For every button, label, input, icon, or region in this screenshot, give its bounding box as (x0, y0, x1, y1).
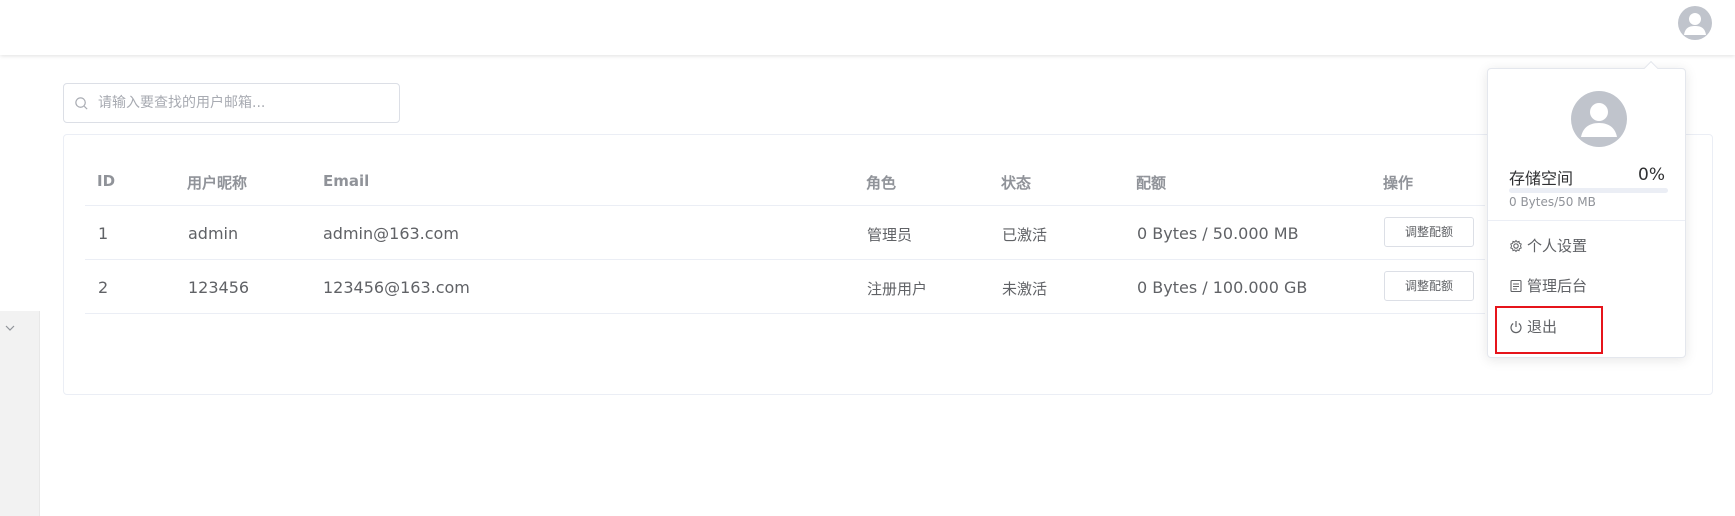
user-dropdown-menu: 存储空间 0% 0 Bytes/50 MB 个人设置 管理后台 退出 (1487, 60, 1686, 358)
admin-panel-icon (1510, 279, 1522, 293)
column-header-quota: 配额 (1136, 174, 1167, 192)
cell-role: 管理员 (867, 226, 913, 244)
cell-status: 未激活 (1002, 280, 1048, 298)
cell-quota: 0 Bytes / 100.000 GB (1137, 278, 1308, 297)
cell-id: 1 (98, 224, 109, 243)
cell-status: 已激活 (1002, 226, 1048, 244)
menu-item-admin-panel[interactable]: 管理后台 (1509, 274, 1587, 298)
row-divider (85, 259, 1485, 260)
storage-percent: 0% (1638, 165, 1665, 185)
search-icon (75, 97, 88, 110)
logout-highlight-box (1495, 306, 1603, 354)
column-header-status: 状态 (1001, 174, 1032, 192)
storage-detail: 0 Bytes/50 MB (1509, 195, 1596, 209)
search-field[interactable] (63, 83, 400, 123)
menu-item-label: 管理后台 (1527, 277, 1588, 295)
gear-icon (1510, 239, 1522, 253)
column-header-action: 操作 (1383, 174, 1414, 192)
cell-role: 注册用户 (867, 280, 928, 298)
avatar (1571, 91, 1627, 147)
cell-id: 2 (98, 278, 109, 297)
cell-email: admin@163.com (323, 224, 459, 243)
user-silhouette-icon (1581, 103, 1617, 137)
search-input[interactable] (98, 92, 388, 114)
column-header-id: ID (97, 172, 116, 190)
header-divider (85, 205, 1485, 206)
chevron-down-icon[interactable] (3, 321, 17, 335)
cell-quota: 0 Bytes / 50.000 MB (1137, 224, 1299, 243)
column-header-nickname: 用户昵称 (187, 174, 248, 192)
dropdown-divider (1488, 220, 1685, 221)
cell-email: 123456@163.com (323, 278, 470, 297)
adjust-quota-button[interactable]: 调整配额 (1384, 217, 1474, 247)
column-header-role: 角色 (866, 174, 897, 192)
menu-item-personal-settings[interactable]: 个人设置 (1509, 234, 1587, 258)
adjust-quota-button[interactable]: 调整配额 (1384, 271, 1474, 301)
row-divider (85, 313, 1485, 314)
top-bar (0, 0, 1735, 55)
user-avatar-button[interactable] (1678, 6, 1712, 40)
cell-nickname: admin (188, 224, 239, 243)
user-silhouette-icon (1684, 13, 1706, 35)
storage-progress-bar (1509, 188, 1668, 193)
menu-item-label: 个人设置 (1527, 237, 1588, 255)
dropdown-caret (1643, 60, 1659, 76)
storage-title: 存储空间 (1509, 169, 1574, 188)
cell-nickname: 123456 (188, 278, 250, 297)
sidebar-collapsed (0, 55, 40, 516)
column-header-email: Email (323, 172, 370, 190)
